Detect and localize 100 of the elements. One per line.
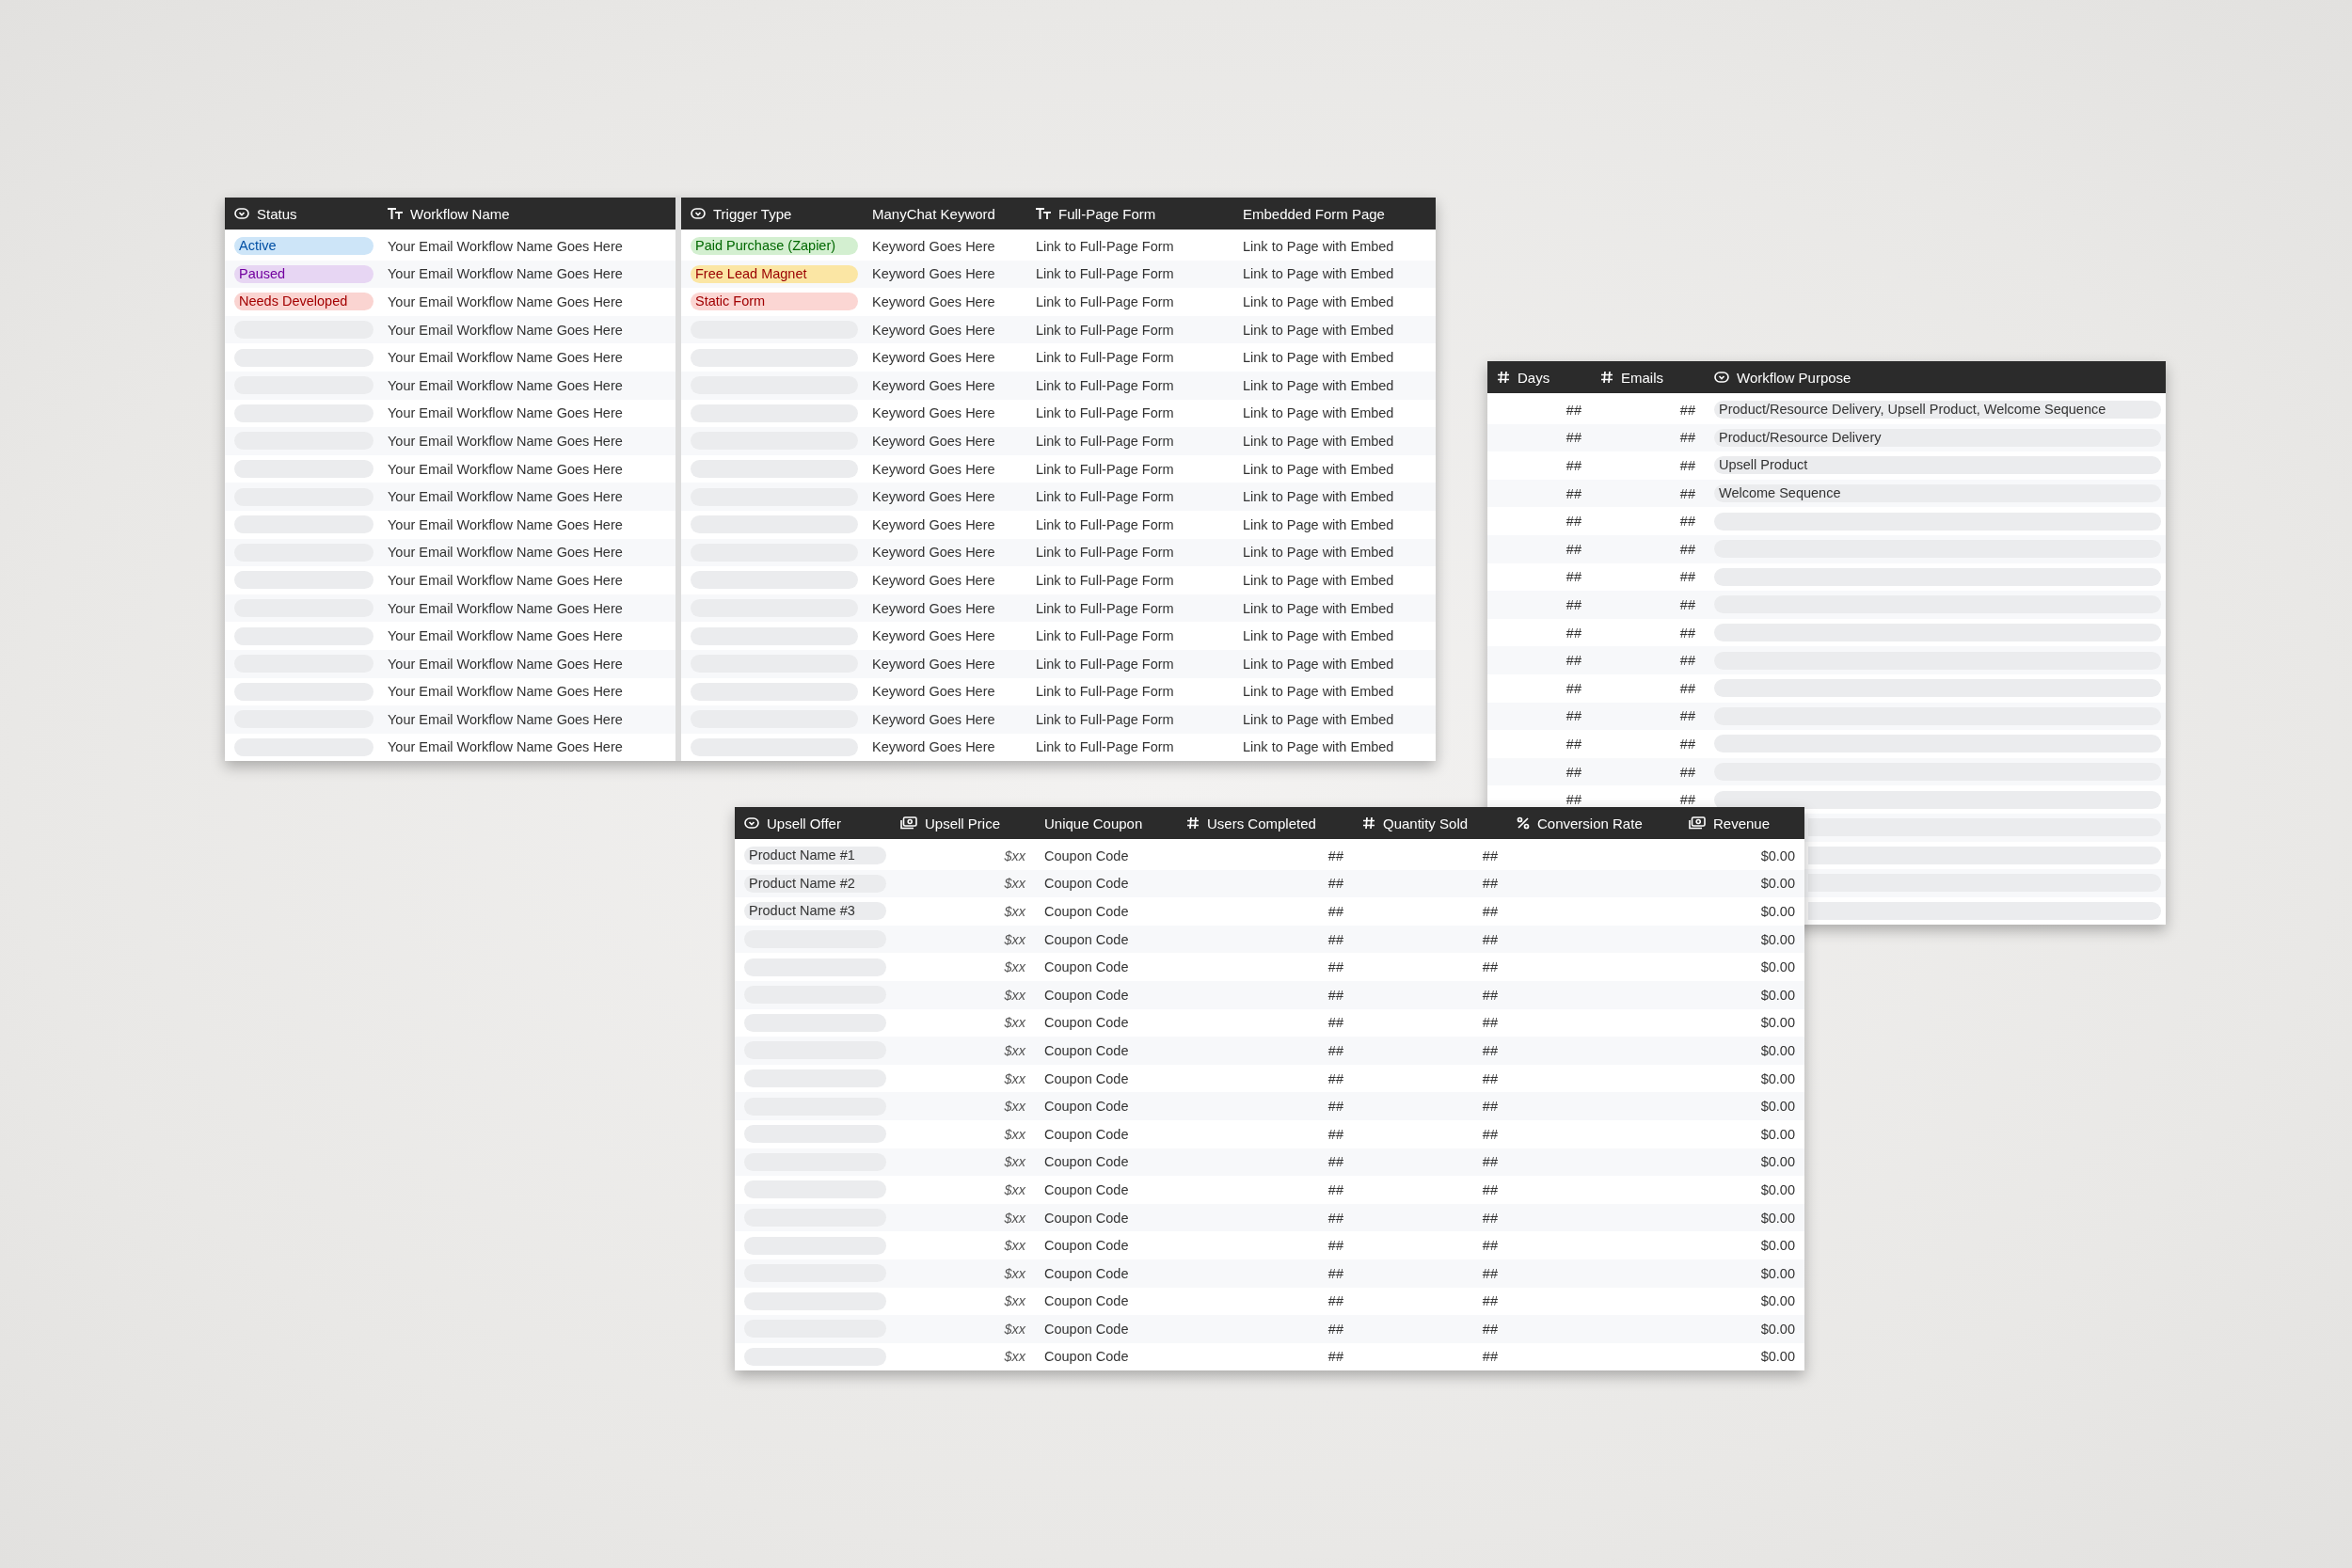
table-cell: ## <box>1565 458 1581 473</box>
table-cell-text: Keyword Goes Here <box>871 350 996 366</box>
table-cell: $xx <box>1004 1265 1025 1281</box>
trigger-tag[interactable]: Static Form <box>691 293 858 311</box>
column-header[interactable]: Workflow Purpose <box>1737 369 1851 386</box>
status-tag[interactable]: Active <box>234 237 373 256</box>
table-cell: ## <box>1565 402 1581 418</box>
dropdown-icon <box>744 817 759 829</box>
table-cell: ## <box>1327 1321 1343 1337</box>
table-cell: $0.00 <box>1760 1265 1795 1281</box>
table-cell-text: Link to Full-Page Form <box>1035 238 1175 254</box>
table-cell: $xx <box>1004 1293 1025 1309</box>
column-header[interactable]: Users Completed <box>1207 815 1316 832</box>
table-cell: ## <box>1679 792 1695 808</box>
table-cell: ## <box>1565 541 1581 557</box>
column-header[interactable]: Trigger Type <box>713 205 792 222</box>
table-cell-text: Keyword Goes Here <box>871 545 996 561</box>
table-cell: ## <box>1482 1042 1498 1058</box>
table-cell: ## <box>1327 1099 1343 1115</box>
table-cell-text: Your Email Workflow Name Goes Here <box>387 461 624 477</box>
table-cell: $0.00 <box>1760 931 1795 947</box>
table-cell-text: Link to Full-Page Form <box>1035 461 1175 477</box>
offer-tag[interactable]: Product Name #1 <box>744 847 886 865</box>
table-cell: ## <box>1679 485 1695 501</box>
table-cell-text: Link to Page with Embed <box>1242 711 1395 727</box>
column-header[interactable]: Unique Coupon <box>1044 815 1143 832</box>
table-cell: ## <box>1679 596 1695 612</box>
column-header[interactable]: Revenue <box>1713 815 1771 832</box>
table-cell: $xx <box>1004 1181 1025 1197</box>
column-header[interactable]: Upsell Price <box>925 815 1001 832</box>
table-cell: $xx <box>1004 1099 1025 1115</box>
purpose-tag[interactable]: Welcome Sequence <box>1714 484 2161 503</box>
table-cell: ## <box>1327 1126 1343 1142</box>
table-cell: ## <box>1565 792 1581 808</box>
table-cell: $0.00 <box>1760 1349 1795 1365</box>
table-cell-text: Keyword Goes Here <box>871 294 996 309</box>
table-cell: ## <box>1482 1349 1498 1365</box>
dropdown-icon <box>234 208 249 219</box>
status-tag[interactable]: Needs Developed <box>234 293 373 311</box>
table-cell-text: Your Email Workflow Name Goes Here <box>387 266 624 282</box>
column-header[interactable]: Full-Page Form <box>1058 205 1156 222</box>
table-cell-text: Link to Full-Page Form <box>1035 350 1175 366</box>
table-cell-text: Link to Full-Page Form <box>1035 739 1175 755</box>
table-cell: Coupon Code <box>1044 1042 1129 1058</box>
table-cell-text: Keyword Goes Here <box>871 461 996 477</box>
column-header[interactable]: Quantity Sold <box>1383 815 1469 832</box>
empty-tag[interactable] <box>1714 790 2161 809</box>
table-cell: ## <box>1482 876 1498 892</box>
table-cell-text: Keyword Goes Here <box>871 489 996 505</box>
column-header[interactable]: Status <box>257 205 297 222</box>
table-cell: $xx <box>1004 1349 1025 1365</box>
table-cell: ## <box>1327 1210 1343 1226</box>
table-cell: $xx <box>1004 931 1025 947</box>
table-cell: ## <box>1482 1070 1498 1086</box>
table-cell: ## <box>1482 1265 1498 1281</box>
table-cell: ## <box>1565 764 1581 780</box>
table-cell-text: Keyword Goes Here <box>871 656 996 672</box>
table-cell: Coupon Code <box>1044 1321 1129 1337</box>
column-header[interactable]: Embedded Form Page <box>1243 205 1385 222</box>
table-cell: ## <box>1679 708 1695 724</box>
table-cell: ## <box>1327 1238 1343 1254</box>
table-cell-text: Keyword Goes Here <box>871 238 996 254</box>
table-cell-text: Your Email Workflow Name Goes Here <box>387 739 624 755</box>
table-cell: ## <box>1482 1238 1498 1254</box>
offer-tag[interactable]: Product Name #2 <box>744 874 886 893</box>
table-cell-text: Link to Full-Page Form <box>1035 600 1175 616</box>
column-header[interactable]: Conversion Rate <box>1537 815 1643 832</box>
column-header[interactable]: Upsell Offer <box>767 815 841 832</box>
table-cell: Coupon Code <box>1044 1126 1129 1142</box>
table-cell-text: Link to Full-Page Form <box>1035 266 1175 282</box>
table-cell: ## <box>1679 430 1695 446</box>
table-cell-text: Link to Full-Page Form <box>1035 489 1175 505</box>
column-header[interactable]: Emails <box>1621 369 1663 386</box>
trigger-tag[interactable]: Paid Purchase (Zapier) <box>691 237 858 256</box>
purpose-tag[interactable]: Upsell Product <box>1714 456 2161 475</box>
table-cell: ## <box>1482 1293 1498 1309</box>
column-header[interactable]: Days <box>1518 369 1550 386</box>
text-icon <box>388 208 403 219</box>
table-cell: ## <box>1327 847 1343 863</box>
column-header[interactable]: Workflow Name <box>410 205 510 222</box>
table-cell: $xx <box>1004 1321 1025 1337</box>
status-tag[interactable]: Paused <box>234 264 373 283</box>
table-cell: ## <box>1679 653 1695 669</box>
table-cell: $xx <box>1004 876 1025 892</box>
trigger-tag[interactable]: Free Lead Magnet <box>691 264 858 283</box>
table-cell: $0.00 <box>1760 1070 1795 1086</box>
purpose-tag[interactable]: Product/Resource Delivery <box>1714 428 2161 447</box>
table-cell: $0.00 <box>1760 1126 1795 1142</box>
purpose-tag[interactable]: Product/Resource Delivery, Upsell Product, Welcome Sequence <box>1714 401 2161 420</box>
table-cell-text: Your Email Workflow Name Goes Here <box>387 489 624 505</box>
table-cell: Coupon Code <box>1044 847 1129 863</box>
table-cell: ## <box>1482 1015 1498 1031</box>
table-cell-text: Your Email Workflow Name Goes Here <box>387 600 624 616</box>
table-cell-text: Link to Page with Embed <box>1242 656 1395 672</box>
table-cell-text: Keyword Goes Here <box>871 628 996 644</box>
table-cell-text: Link to Full-Page Form <box>1035 656 1175 672</box>
offer-tag[interactable]: Product Name #3 <box>744 902 886 921</box>
table-cell: Coupon Code <box>1044 1099 1129 1115</box>
column-header[interactable]: ManyChat Keyword <box>872 205 995 222</box>
table-cell: $xx <box>1004 1015 1025 1031</box>
